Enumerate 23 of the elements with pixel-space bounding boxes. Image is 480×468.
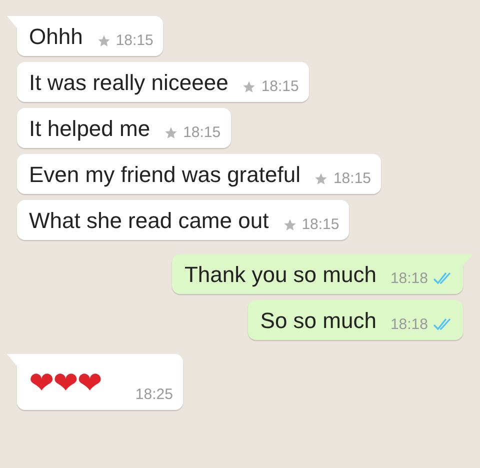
message-text: Even my friend was grateful — [29, 162, 300, 188]
double-check-icon — [433, 272, 453, 285]
message-time: 18:15 — [116, 32, 154, 49]
message-time: 18:15 — [333, 170, 372, 187]
star-icon — [314, 172, 328, 186]
message-time: 18:15 — [302, 216, 340, 233]
hearts-emoji: ❤❤❤ — [29, 365, 102, 403]
message-text: Ohhh — [29, 24, 83, 50]
message-text: It was really niceeee — [29, 70, 228, 96]
double-check-icon — [433, 318, 453, 331]
message-text: Thank you so much — [184, 262, 376, 288]
star-icon — [242, 80, 256, 94]
message-time: 18:15 — [261, 78, 299, 95]
star-icon — [96, 34, 111, 48]
message-text: So so much — [260, 308, 376, 334]
message-time: 18:18 — [390, 270, 428, 287]
message-text: It helped me — [29, 116, 150, 142]
message-time: 18:18 — [390, 316, 428, 333]
star-icon — [164, 126, 178, 140]
star-icon — [282, 218, 297, 232]
message-text: What she read came out — [29, 208, 269, 234]
message-time: 18:25 — [135, 386, 173, 403]
message-time: 18:15 — [183, 124, 221, 141]
